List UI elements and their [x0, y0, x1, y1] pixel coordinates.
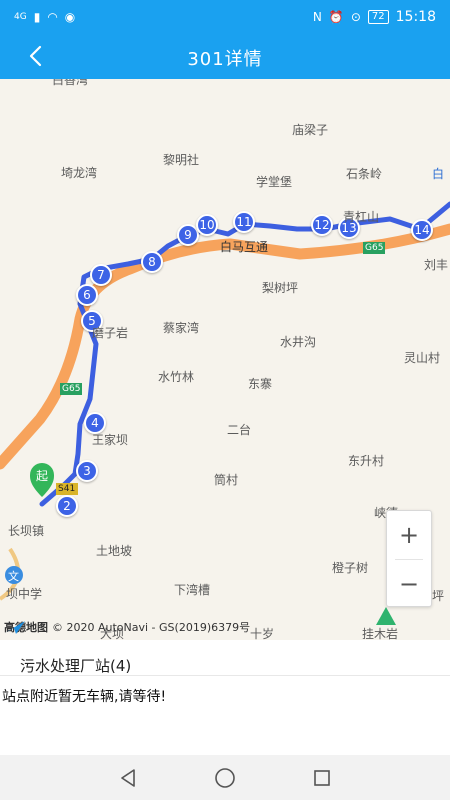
nfc-icon: N — [312, 9, 322, 24]
place-label: 水竹林 — [158, 370, 195, 384]
place-label: 黎明社 — [163, 153, 200, 167]
highway-road — [0, 223, 450, 470]
route-stop-marker[interactable]: 7 — [90, 264, 112, 286]
battery-indicator: 72 — [367, 9, 389, 24]
attribution-text: © 2020 AutoNavi - GS(2019)6379号 — [52, 621, 251, 634]
place-label: 挂木岩 — [362, 627, 399, 640]
route-stop-marker[interactable]: 12 — [311, 214, 333, 236]
place-label: 东升村 — [348, 454, 385, 468]
eye-icon: ◉ — [64, 9, 76, 24]
status-bar: 4G ▮ ◠ ◉ N ⏰ ⊙ 72 15:18 — [0, 0, 450, 33]
zoom-out-button[interactable]: − — [387, 560, 431, 608]
mountain-marker — [376, 607, 396, 625]
wifi-icon: ◠ — [47, 9, 58, 24]
route-stop-marker[interactable]: 14 — [411, 219, 433, 241]
route-stop-marker[interactable]: 8 — [141, 251, 163, 273]
clock: 15:18 — [395, 8, 436, 25]
network-indicator: 4G — [14, 11, 27, 22]
place-label: 灵山村 — [404, 351, 441, 365]
location-icon: ⊙ — [350, 9, 361, 24]
map-attribution: 高德地图 © 2020 AutoNavi - GS(2019)6379号 — [4, 619, 250, 635]
place-label: 学堂堡 — [256, 175, 293, 189]
place-label: 筒村 — [214, 473, 239, 487]
place-label: 土地坡 — [96, 544, 133, 558]
place-label: 橙子树 — [332, 561, 369, 575]
g65-label-2: G65 — [365, 243, 384, 253]
school-label: 文 — [8, 570, 19, 583]
place-label: 坪 — [432, 589, 445, 603]
place-label: 白 — [432, 167, 445, 181]
page-title: 301详情 — [187, 49, 263, 70]
square-recent-icon[interactable] — [310, 766, 334, 790]
station-name: 污水处理厂站(4) — [0, 640, 450, 676]
place-label: 刘丰 — [424, 258, 449, 272]
app-bar: 301详情 — [0, 33, 450, 79]
start-label: 起 — [36, 469, 49, 483]
map-view[interactable]: 2 3 4 5 6 7 8 9 10 11 12 13 14 白香湾 庙梁子 黎明社 埼龙湾 学堂堡 石条岭白青杠… — [0, 79, 450, 640]
no-vehicle-message: 站点附近暂无车辆,请等待! — [2, 689, 167, 705]
place-label: 梨树坪 — [262, 281, 299, 295]
system-nav-bar — [0, 755, 450, 800]
route-stop-marker[interactable]: 3 — [76, 460, 98, 482]
place-label: 二台 — [227, 423, 252, 437]
g65-label: G65 — [62, 384, 81, 394]
place-label: 下湾槽 — [174, 583, 211, 597]
place-label: 王家坝 — [92, 433, 129, 447]
place-label: 白马互通 — [220, 240, 269, 254]
place-label: 长坝镇 — [8, 524, 45, 538]
signal-icon: ▮ — [33, 9, 41, 24]
place-label: 水井沟 — [280, 335, 317, 349]
place-label: 石条岭 — [346, 167, 383, 181]
circle-home-icon[interactable] — [213, 766, 237, 790]
place-label: 埼龙湾 — [61, 166, 98, 180]
place-label: 庙梁子 — [292, 123, 329, 137]
amap-logo-icon — [5, 621, 25, 634]
s41-label: S41 — [58, 484, 76, 494]
place-label: 东寨 — [248, 377, 273, 391]
place-label: 十岁 — [250, 627, 275, 640]
place-label: 白香湾 — [52, 79, 89, 87]
route-stop-marker[interactable]: 6 — [76, 284, 98, 306]
route-stop-marker[interactable]: 10 — [196, 214, 218, 236]
triangle-back-icon[interactable] — [116, 766, 140, 790]
alarm-icon: ⏰ — [328, 9, 344, 24]
zoom-control: + − — [386, 510, 432, 607]
zoom-in-button[interactable]: + — [387, 511, 431, 559]
place-label: 青杠山 — [343, 210, 380, 224]
route-stop-marker[interactable]: 11 — [233, 211, 255, 233]
place-label: 坝中学 — [6, 587, 43, 601]
place-label: 磨子岩 — [92, 326, 129, 340]
place-label: 蔡家湾 — [163, 321, 200, 335]
route-stop-marker[interactable]: 2 — [56, 495, 78, 517]
